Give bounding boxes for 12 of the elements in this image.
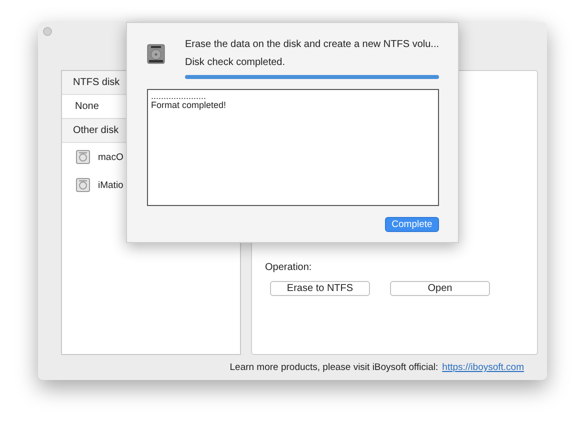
- website-link[interactable]: https://iboysoft.com: [442, 362, 524, 373]
- disk-name[interactable]: macO: [98, 152, 124, 162]
- disk-name[interactable]: iMatio: [98, 180, 124, 190]
- action-button[interactable]: Erase to NTFS: [270, 281, 370, 296]
- close-button[interactable]: [43, 27, 52, 36]
- dialog-message: Erase the data on the disk and create a new NTFS volu...: [184, 39, 439, 50]
- log-line: Format completed!: [151, 101, 228, 110]
- status-text: Disk check completed.: [184, 57, 286, 68]
- action-button[interactable]: Open: [390, 281, 490, 296]
- log-line: ......................: [151, 92, 208, 101]
- operation-label: Operation:: [265, 262, 313, 273]
- footer-text: Learn more products, please visit iBoysoft official:: [230, 362, 438, 373]
